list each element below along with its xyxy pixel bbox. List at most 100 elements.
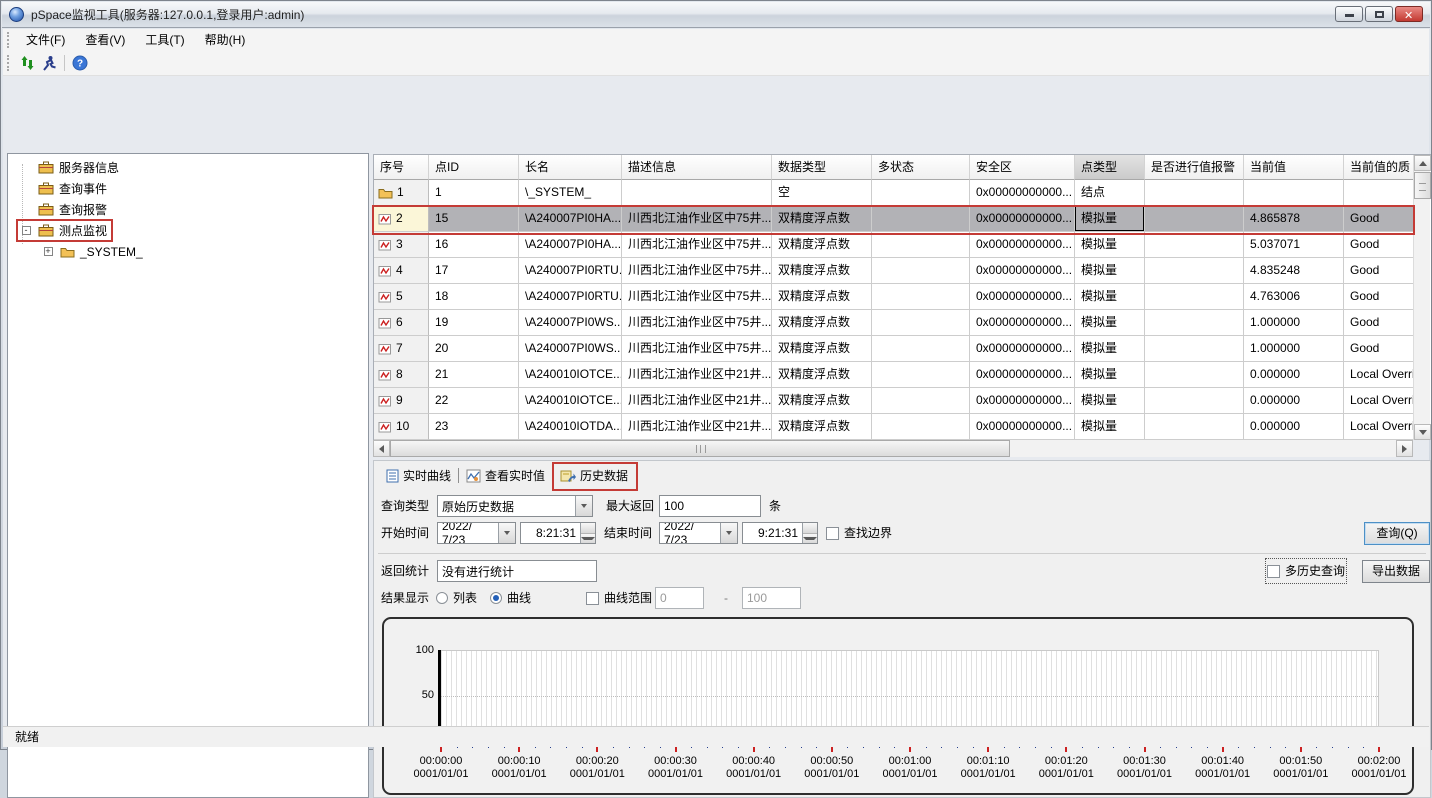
column-header-4[interactable]: 数据类型 — [772, 155, 872, 180]
horizontal-scroll-thumb[interactable] — [390, 440, 1010, 457]
query-type-select[interactable]: 原始历史数据 — [437, 495, 593, 517]
menu-item-3[interactable]: 帮助(H) — [195, 33, 256, 47]
cell-quality: Good — [1344, 336, 1414, 362]
table-row[interactable]: 316\A240007PI0HA...川西北江油作业区中75井...双精度浮点数… — [374, 232, 1431, 258]
table-row[interactable]: 619\A240007PI0WS...川西北江油作业区中75井...双精度浮点数… — [374, 310, 1431, 336]
table-row[interactable]: 215\A240007PI0HA...川西北江油作业区中75井...双精度浮点数… — [374, 206, 1431, 232]
column-header-9[interactable]: 当前值 — [1244, 155, 1344, 180]
cell-description: 川西北江油作业区中75井... — [622, 258, 772, 284]
result-curve-radio[interactable]: 曲线 — [490, 587, 531, 609]
close-button[interactable]: ✕ — [1395, 6, 1423, 22]
max-return-input[interactable]: 100 — [659, 495, 761, 517]
row-header-cell: 9 — [374, 388, 429, 414]
scroll-left-button[interactable] — [373, 440, 390, 457]
tree-item-1[interactable]: 查询事件 — [8, 178, 368, 199]
cell-value-alarm — [1145, 258, 1244, 284]
range-min-input[interactable]: 0 — [655, 587, 704, 609]
dropdown-arrow-icon[interactable] — [498, 523, 515, 543]
cell-point-id: 19 — [429, 310, 519, 336]
cell-quality: Good — [1344, 284, 1414, 310]
table-row[interactable]: 720\A240007PI0WS...川西北江油作业区中75井...双精度浮点数… — [374, 336, 1431, 362]
multi-history-checkbox[interactable]: 多历史查询 — [1267, 560, 1345, 582]
dropdown-arrow-icon[interactable] — [720, 523, 737, 543]
cell-value-alarm — [1145, 388, 1244, 414]
table-row[interactable]: 922\A240010IOTCE...川西北江油作业区中21井...双精度浮点数… — [374, 388, 1431, 414]
cell-value-alarm — [1145, 232, 1244, 258]
export-data-button[interactable]: 导出数据 — [1362, 560, 1430, 583]
menu-item-1[interactable]: 查看(V) — [75, 33, 135, 47]
return-stats-box[interactable]: 没有进行统计 — [437, 560, 597, 582]
column-header-8[interactable]: 是否进行值报警 — [1145, 155, 1244, 180]
minimize-button[interactable] — [1335, 6, 1363, 22]
navigation-tree-panel: 服务器信息查询事件查询报警-测点监视+_SYSTEM_ — [7, 153, 369, 798]
tree-item-3[interactable]: -测点监视 — [8, 220, 368, 241]
cell-data-type: 双精度浮点数 — [772, 310, 872, 336]
cell-security: 0x00000000000... — [970, 284, 1075, 310]
restore-button[interactable] — [1365, 6, 1393, 22]
cell-description — [622, 180, 772, 206]
result-list-radio[interactable]: 列表 — [436, 587, 477, 609]
table-row[interactable]: 1023\A240010IOTDA...川西北江油作业区中21井...双精度浮点… — [374, 414, 1431, 440]
scroll-up-button[interactable] — [1414, 155, 1431, 171]
vertical-scroll-thumb[interactable] — [1414, 172, 1431, 199]
start-time-spinner[interactable]: 8:21:31 — [520, 522, 596, 544]
table-row[interactable]: 518\A240007PI0RTU...川西北江油作业区中75井...双精度浮点… — [374, 284, 1431, 310]
spinner-buttons[interactable] — [580, 523, 595, 543]
table-row[interactable]: 11\_SYSTEM_空0x00000000000...结点 — [374, 180, 1431, 206]
multi-history-label: 多历史查询 — [1285, 560, 1345, 582]
table-row[interactable]: 821\A240010IOTCE...川西北江油作业区中21井...双精度浮点数… — [374, 362, 1431, 388]
help-icon[interactable]: ? — [69, 53, 91, 73]
table-horizontal-scrollbar[interactable] — [373, 440, 1413, 457]
cell-security: 0x00000000000... — [970, 180, 1075, 206]
column-header-3[interactable]: 描述信息 — [622, 155, 772, 180]
column-header-1[interactable]: 点ID — [429, 155, 519, 180]
cell-point-type: 模拟量 — [1075, 284, 1145, 310]
cell-point-id: 23 — [429, 414, 519, 440]
x-tick-label: 00:00:000001/01/01 — [399, 755, 483, 781]
folder-icon — [378, 187, 393, 199]
query-button[interactable]: 查询(Q) — [1364, 522, 1430, 545]
tree-item-0[interactable]: 服务器信息 — [8, 157, 368, 178]
tree-item-inner: +_SYSTEM_ — [38, 242, 149, 262]
tree-item-4[interactable]: +_SYSTEM_ — [8, 241, 368, 262]
briefcase-icon — [38, 203, 54, 216]
cell-multi-state — [872, 258, 970, 284]
spinner-buttons[interactable] — [802, 523, 817, 543]
dropdown-arrow-icon[interactable] — [575, 496, 592, 516]
column-header-10[interactable]: 当前值的质 — [1344, 155, 1414, 180]
column-header-6[interactable]: 安全区 — [970, 155, 1075, 180]
start-date-picker[interactable]: 2022/ 7/23 — [437, 522, 516, 544]
curve-range-checkbox[interactable]: 曲线范围 — [586, 587, 652, 609]
scroll-right-button[interactable] — [1396, 440, 1413, 457]
range-max-input[interactable]: 100 — [742, 587, 801, 609]
view-tabs: 实时曲线查看实时值历史数据 — [379, 464, 635, 487]
table-row[interactable]: 417\A240007PI0RTU...川西北江油作业区中75井...双精度浮点… — [374, 258, 1431, 284]
user-run-icon[interactable] — [38, 53, 60, 73]
cell-data-type: 空 — [772, 180, 872, 206]
expand-icon[interactable]: + — [44, 247, 53, 256]
end-date-picker[interactable]: 2022/ 7/23 — [659, 522, 738, 544]
find-boundary-checkbox[interactable]: 查找边界 — [826, 522, 892, 544]
table-vertical-scrollbar[interactable] — [1413, 155, 1430, 440]
refresh-icon[interactable] — [16, 53, 38, 73]
tab-2[interactable]: 历史数据 — [553, 465, 635, 487]
radio-icon — [436, 592, 448, 604]
column-header-7[interactable]: 点类型 — [1075, 155, 1145, 180]
column-header-2[interactable]: 长名 — [519, 155, 622, 180]
tab-0[interactable]: 实时曲线 — [379, 465, 458, 487]
end-time-spinner[interactable]: 9:21:31 — [742, 522, 818, 544]
expander-slot — [19, 182, 33, 196]
cell-point-type: 模拟量 — [1075, 336, 1145, 362]
app-icon — [9, 7, 24, 22]
scroll-down-button[interactable] — [1414, 424, 1431, 440]
points-table: 序号点ID长名描述信息数据类型多状态安全区点类型是否进行值报警当前值当前值的质 … — [373, 154, 1431, 440]
menu-item-0[interactable]: 文件(F) — [16, 33, 75, 47]
collapse-icon[interactable]: - — [22, 226, 31, 235]
column-header-0[interactable]: 序号 — [374, 155, 429, 180]
folder-icon — [60, 246, 75, 258]
tab-1[interactable]: 查看实时值 — [459, 465, 552, 487]
menu-item-2[interactable]: 工具(T) — [135, 33, 194, 47]
tree-item-2[interactable]: 查询报警 — [8, 199, 368, 220]
column-header-5[interactable]: 多状态 — [872, 155, 970, 180]
cell-current-value: 0.000000 — [1244, 388, 1344, 414]
